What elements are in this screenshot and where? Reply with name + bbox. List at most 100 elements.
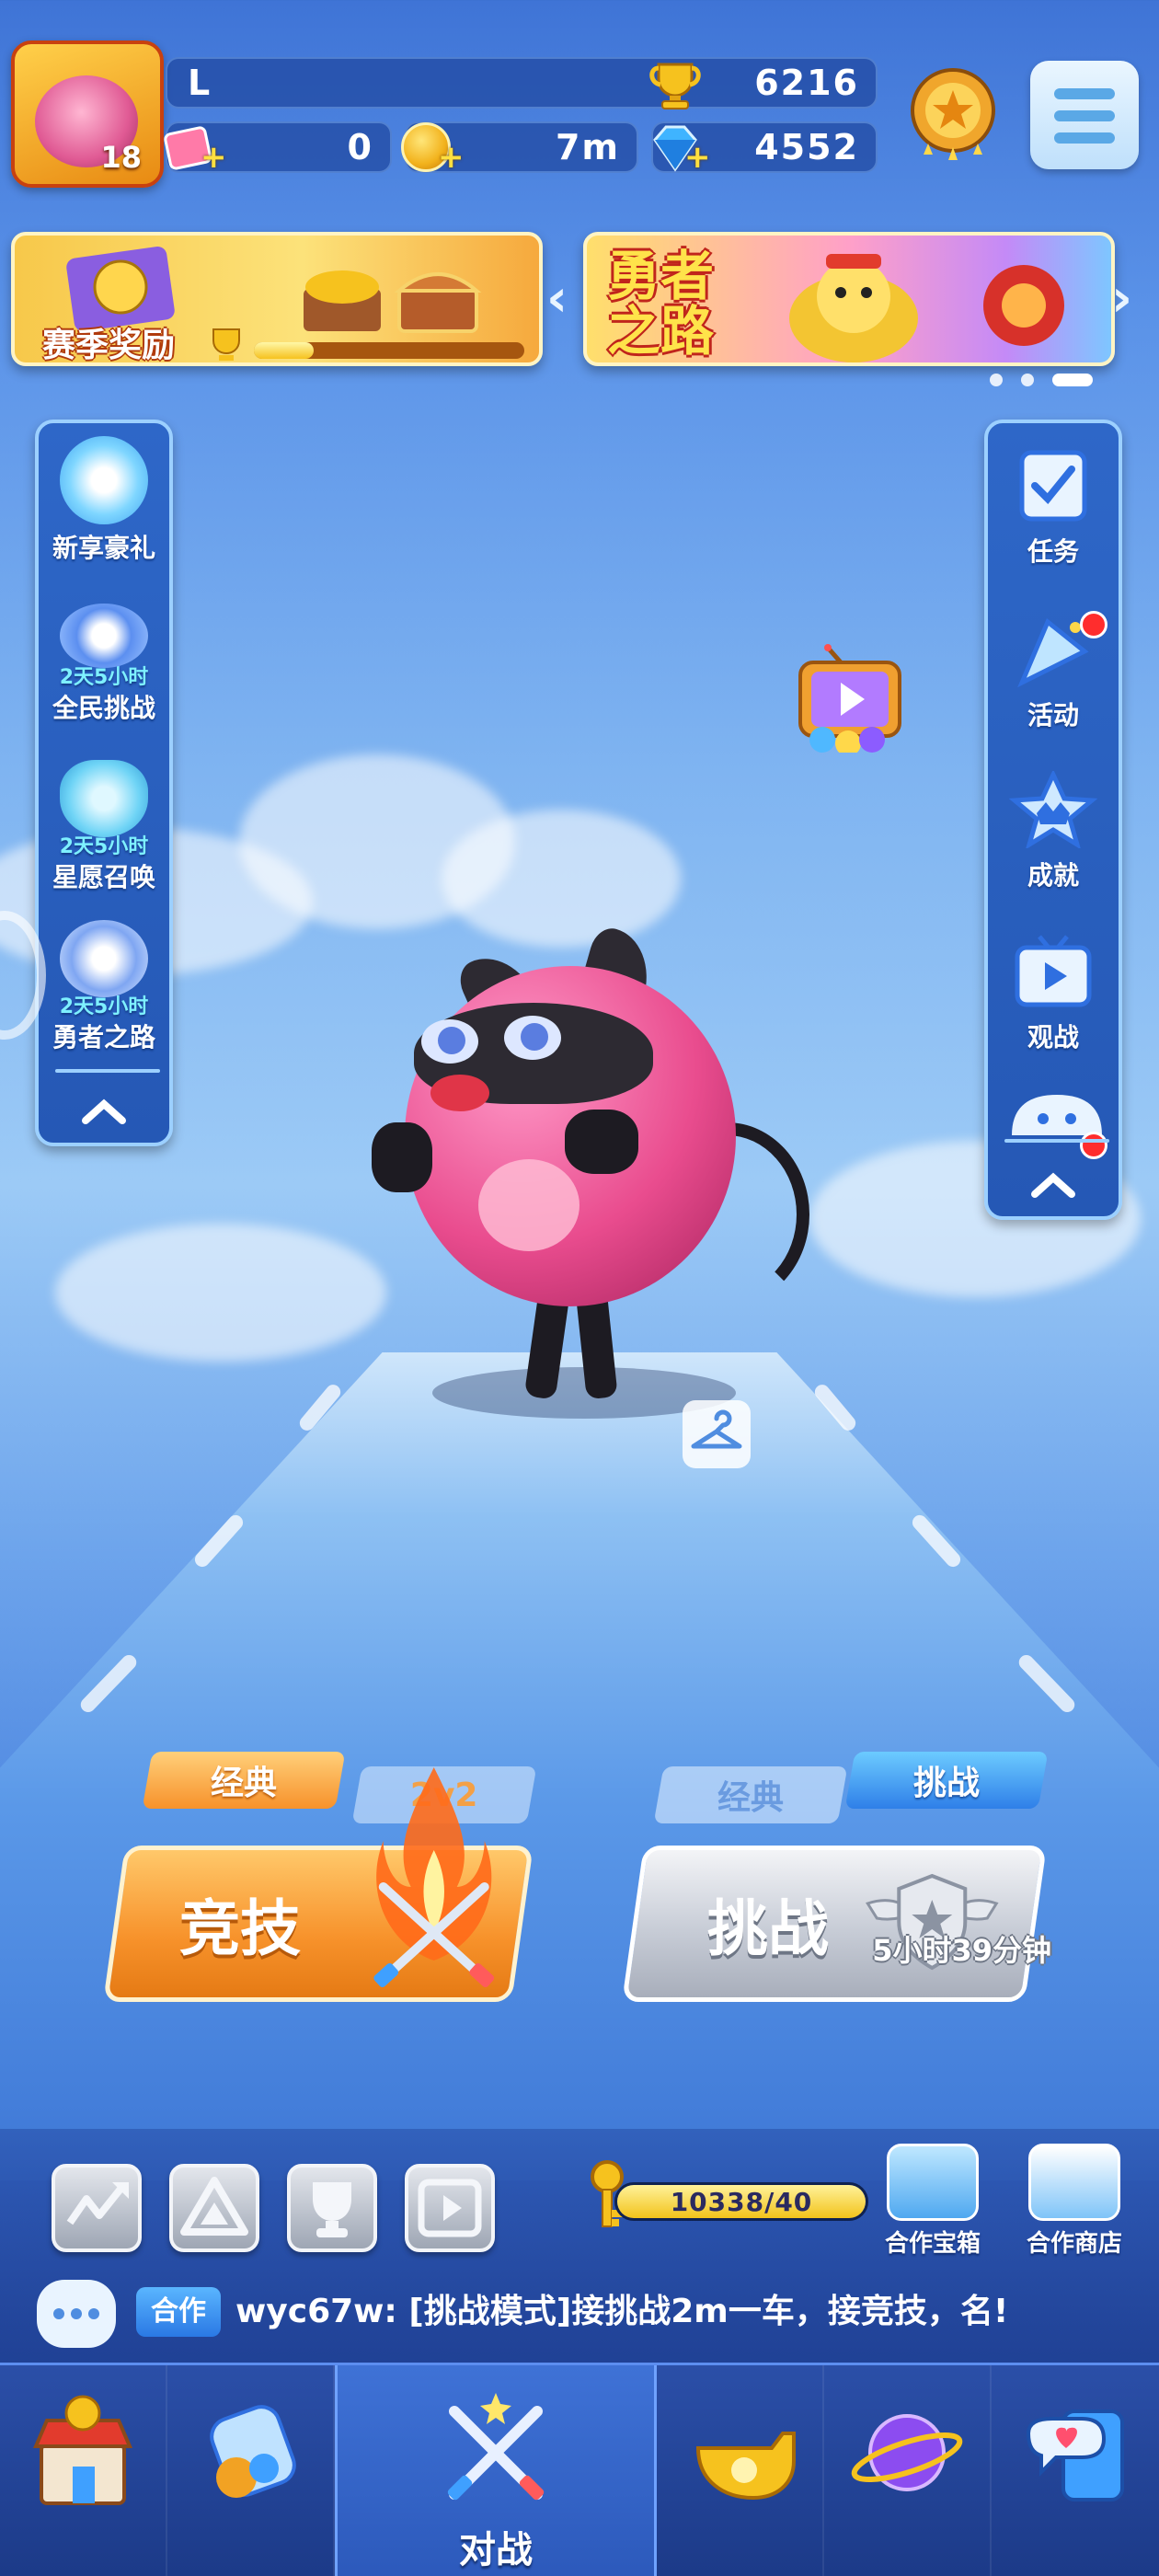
season-progress-fill <box>254 342 314 359</box>
ranking-button[interactable] <box>52 2164 142 2252</box>
coop-shop-button[interactable]: 合作商店 <box>1010 2144 1139 2259</box>
pagination-dot-active[interactable] <box>1052 374 1093 386</box>
character-heart-mark <box>478 1159 580 1251</box>
add-coin-icon[interactable]: + <box>438 142 465 173</box>
cup-button[interactable] <box>287 2164 377 2252</box>
banner-prev-arrow[interactable]: ‹ <box>546 269 568 328</box>
left-event-panel: 新享豪礼 2天5小时 全民挑战 2天5小时 星愿召唤 2天5小时 勇者之路 <box>35 420 173 1146</box>
planet-icon <box>851 2414 963 2491</box>
video-reward-icon[interactable] <box>791 644 909 753</box>
nav-whistle[interactable] <box>657 2365 824 2576</box>
events-notification-dot <box>1080 611 1107 638</box>
hero-character-icon <box>789 254 918 362</box>
competitive-mode-label: 竞技 <box>179 1893 301 1964</box>
hanger-icon <box>691 1409 742 1449</box>
coop-shop-label: 合作商店 <box>1026 2230 1122 2258</box>
add-ticket-icon[interactable]: + <box>201 142 228 173</box>
crossed-swords-icon <box>447 2393 545 2501</box>
mascot-peek-icon[interactable] <box>1008 1089 1106 1135</box>
right-item-label: 活动 <box>1027 700 1079 730</box>
menu-icon-line <box>1054 110 1115 121</box>
player-avatar[interactable]: 18 <box>11 40 164 188</box>
film-play-icon <box>418 2179 482 2237</box>
tournament-button[interactable] <box>169 2164 259 2252</box>
shop-handshake-icon <box>1028 2144 1120 2221</box>
whistle-icon <box>695 2432 796 2501</box>
player-name: L <box>188 63 211 103</box>
capsule-jar-icon <box>210 2405 296 2498</box>
treasure-chest-icon <box>394 272 482 333</box>
left-item-label: 勇者之路 <box>52 1022 155 1052</box>
left-item-challenge[interactable]: 2天5小时 全民挑战 <box>39 604 169 725</box>
left-panel-divider <box>55 1069 160 1073</box>
nav-shop[interactable] <box>0 2365 167 2576</box>
tab-competitive-classic[interactable]: 经典 <box>142 1752 346 1809</box>
coop-key-progress: 10338/40 <box>614 2182 868 2221</box>
background-cloud <box>55 1224 386 1362</box>
outfit-hanger-button[interactable] <box>683 1400 751 1468</box>
fire-ball-icon <box>983 265 1064 346</box>
banner-next-arrow[interactable]: › <box>1111 269 1132 328</box>
left-item-label: 新享豪礼 <box>52 533 155 563</box>
potion-bottle-icon <box>60 760 148 837</box>
replay-button[interactable] <box>405 2164 495 2252</box>
left-item-timer: 2天5小时 <box>59 666 149 689</box>
player-name-bar[interactable]: L 6216 <box>166 57 878 109</box>
challenge-mode-button[interactable]: 挑战 5小时39分钟 <box>622 1846 1051 2002</box>
right-item-achievements[interactable]: 成就 <box>988 769 1119 892</box>
collapse-up-icon[interactable] <box>76 1095 132 1126</box>
tab-label: 经典 <box>210 1765 277 1802</box>
chat-bubble-icon[interactable] <box>37 2280 116 2348</box>
background-cloud <box>442 810 681 948</box>
diamond-bar[interactable]: + 4552 <box>651 121 878 173</box>
right-item-events[interactable]: 活动 <box>988 611 1119 732</box>
right-item-tasks[interactable]: 任务 <box>988 447 1119 569</box>
right-item-label: 观战 <box>1027 1022 1079 1052</box>
right-item-label: 任务 <box>1027 536 1079 567</box>
sun-badge-icon <box>66 247 175 331</box>
ticket-count: 0 <box>347 127 373 167</box>
coop-chest-label: 合作宝箱 <box>884 2230 981 2258</box>
season-reward-banner[interactable]: 赛季奖励 <box>11 232 543 366</box>
chat-ticker[interactable]: 合作 wyc67w: [挑战模式]接挑战2m一车，接竞技，名! <box>0 2272 1159 2353</box>
season-progress-bar <box>254 342 524 359</box>
chat-channel-tag[interactable]: 合作 <box>136 2287 221 2337</box>
left-item-new-gift[interactable]: 新享豪礼 <box>39 436 169 565</box>
right-item-spectate[interactable]: 观战 <box>988 933 1119 1054</box>
tab-challenge-classic[interactable]: 经典 <box>653 1766 848 1823</box>
coop-chest-button[interactable]: 合作宝箱 <box>868 2144 997 2259</box>
nav-social[interactable] <box>992 2365 1159 2576</box>
star-shield-icon <box>60 604 148 668</box>
ticket-bar[interactable]: + 0 <box>164 121 392 173</box>
cup-icon <box>313 2182 351 2237</box>
triangle-logo-icon <box>180 2177 248 2236</box>
menu-icon-line <box>1054 132 1115 144</box>
add-diamond-icon[interactable]: + <box>684 142 712 173</box>
competitive-mode-button[interactable]: 竞技 <box>103 1767 534 2002</box>
tab-challenge-active[interactable]: 挑战 <box>844 1752 1049 1809</box>
nav-planet[interactable] <box>824 2365 992 2576</box>
pagination-dot[interactable] <box>990 374 1003 386</box>
nav-gacha[interactable] <box>167 2365 335 2576</box>
small-trophy-icon <box>212 328 240 361</box>
rank-up-arrows-icon <box>66 2182 129 2225</box>
player-level: 18 <box>100 140 142 175</box>
chat-message: wyc67w: [挑战模式]接挑战2m一车，接竞技，名! <box>235 2293 1009 2330</box>
nav-battle[interactable]: 对战 <box>335 2365 657 2576</box>
left-item-label: 星愿召唤 <box>52 862 155 892</box>
left-item-wish-summon[interactable]: 2天5小时 星愿召唤 <box>39 760 169 894</box>
bottom-nav: 对战 <box>0 2363 1159 2576</box>
crossed-swords-fire-icon <box>373 1767 495 1987</box>
pagination-dot[interactable] <box>1021 374 1034 386</box>
right-feature-panel: 任务 活动 成就 观战 <box>984 420 1122 1220</box>
coin-bar[interactable]: + 7m <box>401 121 638 173</box>
hero-road-banner[interactable]: 勇者之路 <box>583 232 1115 366</box>
collapse-up-icon[interactable] <box>1026 1168 1081 1200</box>
left-item-hero-road[interactable]: 2天5小时 勇者之路 <box>39 920 169 1054</box>
coin-distance: 7m <box>555 127 620 167</box>
rank-badge-icon[interactable] <box>903 64 1003 166</box>
lotus-icon <box>60 436 148 524</box>
main-menu-button[interactable] <box>1030 61 1139 169</box>
tab-label: 挑战 <box>912 1765 980 1802</box>
gift-box-icon <box>887 2144 979 2221</box>
